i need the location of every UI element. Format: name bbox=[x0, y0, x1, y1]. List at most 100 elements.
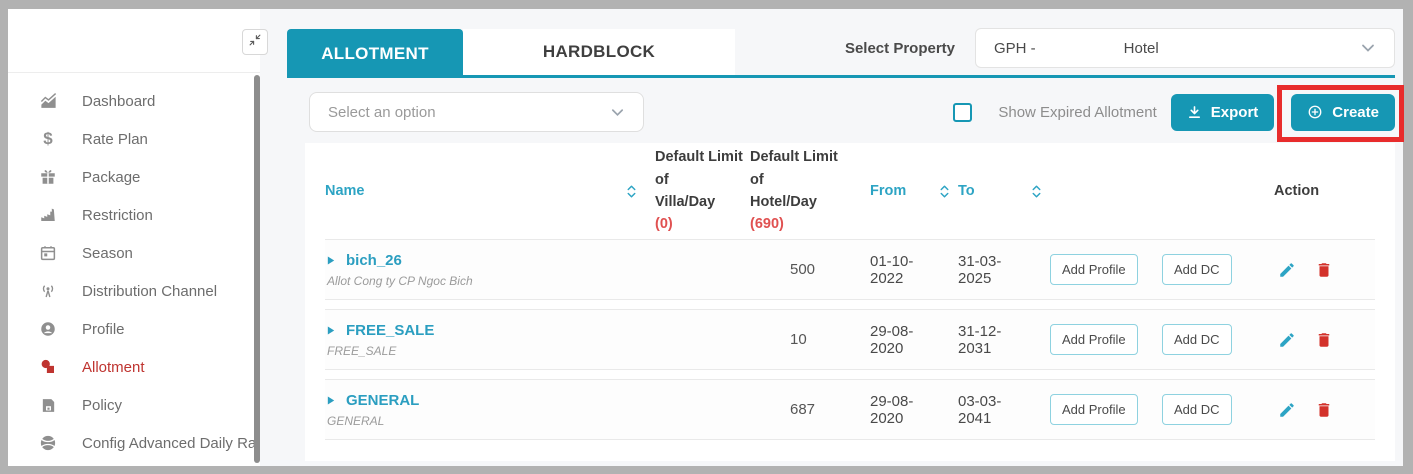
sidebar-item-rate-plan[interactable]: $ Rate Plan bbox=[8, 120, 260, 158]
sidebar-item-label: Dashboard bbox=[82, 93, 155, 110]
hotel-limit-value: 687 bbox=[750, 401, 850, 418]
allotment-name-link[interactable]: bich_26 bbox=[327, 252, 625, 269]
table-header-row: Name Default Limit of Villa/Day (0) Defa… bbox=[325, 143, 1375, 239]
user-circle-icon bbox=[38, 319, 58, 339]
chevron-down-icon bbox=[610, 105, 625, 120]
sidebar-nav: Dashboard $ Rate Plan Package Restrictio… bbox=[8, 73, 260, 462]
table-row: bich_26 Allot Cong ty CP Ngoc Bich 500 0… bbox=[325, 239, 1375, 300]
property-select[interactable]: GPH - Hotel bbox=[975, 28, 1395, 68]
create-button[interactable]: Create bbox=[1291, 94, 1395, 131]
allotment-name-link[interactable]: FREE_SALE bbox=[327, 322, 625, 339]
dollar-icon: $ bbox=[38, 129, 58, 149]
sidebar-item-season[interactable]: Season bbox=[8, 234, 260, 272]
sort-icon-to[interactable] bbox=[1030, 183, 1050, 200]
tab-allotment[interactable]: ALLOTMENT bbox=[287, 29, 463, 78]
chevron-down-icon bbox=[1360, 40, 1376, 56]
from-date: 01-10-2022 bbox=[850, 253, 938, 287]
sidebar-item-distribution-channel[interactable]: Distribution Channel bbox=[8, 272, 260, 310]
delete-trash-icon[interactable] bbox=[1315, 331, 1333, 349]
filter-placeholder: Select an option bbox=[328, 104, 436, 121]
castle-icon bbox=[38, 205, 58, 225]
hotel-limit-value: 10 bbox=[750, 331, 850, 348]
tab-label: HARDBLOCK bbox=[543, 42, 655, 62]
sidebar-header bbox=[8, 9, 260, 73]
add-dc-button[interactable]: Add DC bbox=[1162, 254, 1232, 285]
sort-icon-name[interactable] bbox=[625, 183, 655, 200]
sidebar-item-label: Season bbox=[82, 245, 133, 262]
plus-circle-icon bbox=[1307, 104, 1323, 120]
sidebar-item-config-advanced-daily-rate[interactable]: Config Advanced Daily Rate bbox=[8, 424, 260, 462]
villa-limit-total: (0) bbox=[655, 213, 750, 235]
tab-label: ALLOTMENT bbox=[321, 44, 429, 64]
to-date: 31-12-2031 bbox=[958, 323, 1030, 357]
export-label: Export bbox=[1211, 104, 1259, 121]
main-content: ALLOTMENT HARDBLOCK Select Property GPH … bbox=[260, 9, 1403, 466]
broadcast-icon bbox=[38, 281, 58, 301]
sidebar-item-dashboard[interactable]: Dashboard bbox=[8, 82, 260, 120]
create-button-wrapper: Create bbox=[1291, 94, 1395, 131]
add-dc-button[interactable]: Add DC bbox=[1162, 324, 1232, 355]
sidebar-collapse-button[interactable] bbox=[242, 29, 268, 55]
column-header-villa-limit: Default Limit of Villa/Day (0) bbox=[655, 146, 750, 236]
sidebar-item-label: Package bbox=[82, 169, 140, 186]
toolbar: Select an option Show Expired Allotment … bbox=[287, 91, 1395, 133]
name-cell: bich_26 Allot Cong ty CP Ngoc Bich bbox=[325, 252, 625, 288]
save-icon bbox=[38, 395, 58, 415]
create-label: Create bbox=[1332, 104, 1379, 121]
sort-icon-from[interactable] bbox=[938, 183, 958, 200]
row-actions bbox=[1250, 401, 1375, 419]
app-window: Dashboard $ Rate Plan Package Restrictio… bbox=[8, 9, 1403, 466]
column-header-hotel-limit: Default Limit of Hotel/Day (690) bbox=[750, 146, 850, 236]
tab-hardblock[interactable]: HARDBLOCK bbox=[463, 29, 735, 75]
edit-pencil-icon[interactable] bbox=[1278, 261, 1296, 279]
property-label: Select Property bbox=[845, 40, 955, 57]
allotment-subtitle: FREE_SALE bbox=[327, 344, 625, 358]
show-expired-checkbox[interactable] bbox=[953, 103, 972, 122]
show-expired-label: Show Expired Allotment bbox=[998, 104, 1156, 121]
add-profile-button[interactable]: Add Profile bbox=[1050, 254, 1138, 285]
caret-right-icon bbox=[327, 255, 335, 266]
add-profile-button[interactable]: Add Profile bbox=[1050, 394, 1138, 425]
tabs-row: ALLOTMENT HARDBLOCK Select Property GPH … bbox=[287, 29, 1395, 78]
sidebar-item-label: Restriction bbox=[82, 207, 153, 224]
area-chart-icon bbox=[38, 91, 58, 111]
sidebar-item-label: Config Advanced Daily Rate bbox=[82, 435, 269, 452]
sidebar-item-label: Rate Plan bbox=[82, 131, 148, 148]
column-header-from[interactable]: From bbox=[850, 183, 938, 199]
sidebar-item-restriction[interactable]: Restriction bbox=[8, 196, 260, 234]
property-value-prefix: GPH - bbox=[994, 40, 1036, 57]
edit-pencil-icon[interactable] bbox=[1278, 401, 1296, 419]
allotment-subtitle: GENERAL bbox=[327, 414, 625, 428]
row-actions bbox=[1250, 261, 1375, 279]
sidebar-item-policy[interactable]: Policy bbox=[8, 386, 260, 424]
allotment-subtitle: Allot Cong ty CP Ngoc Bich bbox=[327, 274, 625, 288]
sidebar-item-profile[interactable]: Profile bbox=[8, 310, 260, 348]
column-header-to[interactable]: To bbox=[958, 183, 1030, 199]
delete-trash-icon[interactable] bbox=[1315, 261, 1333, 279]
add-dc-button[interactable]: Add DC bbox=[1162, 394, 1232, 425]
to-date: 03-03-2041 bbox=[958, 393, 1030, 427]
sidebar: Dashboard $ Rate Plan Package Restrictio… bbox=[8, 9, 260, 466]
sidebar-item-package[interactable]: Package bbox=[8, 158, 260, 196]
allotment-filter-select[interactable]: Select an option bbox=[309, 92, 644, 132]
add-profile-button[interactable]: Add Profile bbox=[1050, 324, 1138, 355]
sidebar-item-allotment[interactable]: Allotment bbox=[8, 348, 260, 386]
name-cell: FREE_SALE FREE_SALE bbox=[325, 322, 625, 358]
allotment-name-link[interactable]: GENERAL bbox=[327, 392, 625, 409]
calendar-icon bbox=[38, 243, 58, 263]
sidebar-item-label: Policy bbox=[82, 397, 122, 414]
toolbar-right-group: Show Expired Allotment Export Create bbox=[953, 94, 1395, 131]
sidebar-item-label: Distribution Channel bbox=[82, 283, 217, 300]
hotel-limit-total: (690) bbox=[750, 213, 850, 235]
column-header-name[interactable]: Name bbox=[325, 183, 625, 199]
shapes-icon bbox=[38, 357, 58, 377]
caret-right-icon bbox=[327, 395, 335, 406]
allotment-table: Name Default Limit of Villa/Day (0) Defa… bbox=[305, 143, 1395, 461]
sphere-icon bbox=[38, 433, 58, 453]
column-header-action: Action bbox=[1250, 183, 1375, 199]
export-button[interactable]: Export bbox=[1171, 94, 1275, 131]
property-value-suffix: Hotel bbox=[1124, 40, 1159, 57]
delete-trash-icon[interactable] bbox=[1315, 401, 1333, 419]
edit-pencil-icon[interactable] bbox=[1278, 331, 1296, 349]
name-cell: GENERAL GENERAL bbox=[325, 392, 625, 428]
